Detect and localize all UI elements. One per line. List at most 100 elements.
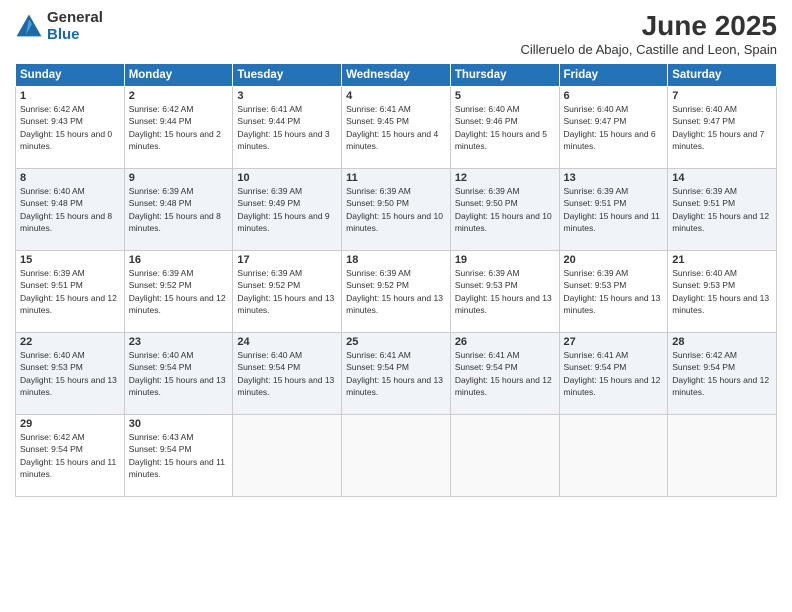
table-row: 30 Sunrise: 6:43 AM Sunset: 9:54 PM Dayl… (124, 415, 233, 497)
table-row: 5 Sunrise: 6:40 AM Sunset: 9:46 PM Dayli… (450, 87, 559, 169)
day-number: 18 (346, 254, 446, 266)
sunrise: Sunrise: 6:43 AM (129, 432, 194, 442)
day-number: 2 (129, 90, 229, 102)
sunrise: Sunrise: 6:39 AM (672, 186, 737, 196)
daylight: Daylight: 15 hours and 12 minutes. (672, 375, 769, 397)
sunset: Sunset: 9:53 PM (672, 280, 735, 290)
logo-text: General Blue (47, 10, 103, 43)
sunset: Sunset: 9:54 PM (346, 362, 409, 372)
table-row: 15 Sunrise: 6:39 AM Sunset: 9:51 PM Dayl… (16, 251, 125, 333)
day-number: 29 (20, 418, 120, 430)
sunrise: Sunrise: 6:40 AM (564, 104, 629, 114)
day-number: 23 (129, 336, 229, 348)
table-row: 20 Sunrise: 6:39 AM Sunset: 9:53 PM Dayl… (559, 251, 668, 333)
header-row: Sunday Monday Tuesday Wednesday Thursday… (16, 64, 777, 87)
sunset: Sunset: 9:52 PM (237, 280, 300, 290)
day-info: Sunrise: 6:39 AM Sunset: 9:51 PM Dayligh… (20, 267, 120, 316)
daylight: Daylight: 15 hours and 0 minutes. (20, 129, 112, 151)
sunrise: Sunrise: 6:42 AM (20, 432, 85, 442)
sunrise: Sunrise: 6:39 AM (346, 268, 411, 278)
col-tuesday: Tuesday (233, 64, 342, 87)
col-friday: Friday (559, 64, 668, 87)
logo-general-text: General (47, 10, 103, 27)
day-info: Sunrise: 6:39 AM Sunset: 9:50 PM Dayligh… (346, 185, 446, 234)
day-info: Sunrise: 6:40 AM Sunset: 9:53 PM Dayligh… (672, 267, 772, 316)
table-row: 6 Sunrise: 6:40 AM Sunset: 9:47 PM Dayli… (559, 87, 668, 169)
table-row: 13 Sunrise: 6:39 AM Sunset: 9:51 PM Dayl… (559, 169, 668, 251)
table-row: 28 Sunrise: 6:42 AM Sunset: 9:54 PM Dayl… (668, 333, 777, 415)
daylight: Daylight: 15 hours and 4 minutes. (346, 129, 438, 151)
col-wednesday: Wednesday (342, 64, 451, 87)
week-row: 8 Sunrise: 6:40 AM Sunset: 9:48 PM Dayli… (16, 169, 777, 251)
table-row (559, 415, 668, 497)
day-number: 19 (455, 254, 555, 266)
table-row: 17 Sunrise: 6:39 AM Sunset: 9:52 PM Dayl… (233, 251, 342, 333)
daylight: Daylight: 15 hours and 12 minutes. (129, 293, 226, 315)
day-number: 5 (455, 90, 555, 102)
header: General Blue June 2025 Cilleruelo de Aba… (15, 10, 777, 57)
sunset: Sunset: 9:53 PM (564, 280, 627, 290)
table-row (450, 415, 559, 497)
title-area: June 2025 Cilleruelo de Abajo, Castille … (520, 10, 777, 57)
table-row: 27 Sunrise: 6:41 AM Sunset: 9:54 PM Dayl… (559, 333, 668, 415)
sunrise: Sunrise: 6:39 AM (237, 186, 302, 196)
sunset: Sunset: 9:52 PM (129, 280, 192, 290)
table-row: 18 Sunrise: 6:39 AM Sunset: 9:52 PM Dayl… (342, 251, 451, 333)
day-info: Sunrise: 6:40 AM Sunset: 9:54 PM Dayligh… (129, 349, 229, 398)
page: General Blue June 2025 Cilleruelo de Aba… (0, 0, 792, 612)
day-number: 6 (564, 90, 664, 102)
daylight: Daylight: 15 hours and 13 minutes. (455, 293, 552, 315)
table-row: 1 Sunrise: 6:42 AM Sunset: 9:43 PM Dayli… (16, 87, 125, 169)
day-number: 4 (346, 90, 446, 102)
day-number: 9 (129, 172, 229, 184)
table-row (233, 415, 342, 497)
day-number: 14 (672, 172, 772, 184)
table-row: 25 Sunrise: 6:41 AM Sunset: 9:54 PM Dayl… (342, 333, 451, 415)
sunset: Sunset: 9:49 PM (237, 198, 300, 208)
col-monday: Monday (124, 64, 233, 87)
table-row: 8 Sunrise: 6:40 AM Sunset: 9:48 PM Dayli… (16, 169, 125, 251)
day-number: 3 (237, 90, 337, 102)
week-row: 22 Sunrise: 6:40 AM Sunset: 9:53 PM Dayl… (16, 333, 777, 415)
table-row: 23 Sunrise: 6:40 AM Sunset: 9:54 PM Dayl… (124, 333, 233, 415)
sunrise: Sunrise: 6:39 AM (129, 186, 194, 196)
table-row: 26 Sunrise: 6:41 AM Sunset: 9:54 PM Dayl… (450, 333, 559, 415)
sunset: Sunset: 9:43 PM (20, 116, 83, 126)
table-row: 21 Sunrise: 6:40 AM Sunset: 9:53 PM Dayl… (668, 251, 777, 333)
sunset: Sunset: 9:53 PM (455, 280, 518, 290)
week-row: 1 Sunrise: 6:42 AM Sunset: 9:43 PM Dayli… (16, 87, 777, 169)
sunset: Sunset: 9:54 PM (237, 362, 300, 372)
daylight: Daylight: 15 hours and 13 minutes. (346, 293, 443, 315)
day-info: Sunrise: 6:39 AM Sunset: 9:51 PM Dayligh… (564, 185, 664, 234)
day-number: 26 (455, 336, 555, 348)
day-info: Sunrise: 6:39 AM Sunset: 9:53 PM Dayligh… (564, 267, 664, 316)
sunset: Sunset: 9:46 PM (455, 116, 518, 126)
daylight: Daylight: 15 hours and 7 minutes. (672, 129, 764, 151)
sunrise: Sunrise: 6:41 AM (346, 350, 411, 360)
sunrise: Sunrise: 6:39 AM (346, 186, 411, 196)
sunrise: Sunrise: 6:40 AM (237, 350, 302, 360)
sunset: Sunset: 9:48 PM (129, 198, 192, 208)
day-info: Sunrise: 6:42 AM Sunset: 9:44 PM Dayligh… (129, 103, 229, 152)
day-info: Sunrise: 6:39 AM Sunset: 9:49 PM Dayligh… (237, 185, 337, 234)
sunrise: Sunrise: 6:42 AM (129, 104, 194, 114)
day-number: 30 (129, 418, 229, 430)
sunset: Sunset: 9:47 PM (672, 116, 735, 126)
day-info: Sunrise: 6:40 AM Sunset: 9:47 PM Dayligh… (564, 103, 664, 152)
daylight: Daylight: 15 hours and 12 minutes. (455, 375, 552, 397)
day-info: Sunrise: 6:42 AM Sunset: 9:54 PM Dayligh… (672, 349, 772, 398)
sunset: Sunset: 9:47 PM (564, 116, 627, 126)
day-info: Sunrise: 6:39 AM Sunset: 9:52 PM Dayligh… (129, 267, 229, 316)
day-info: Sunrise: 6:40 AM Sunset: 9:47 PM Dayligh… (672, 103, 772, 152)
week-row: 29 Sunrise: 6:42 AM Sunset: 9:54 PM Dayl… (16, 415, 777, 497)
daylight: Daylight: 15 hours and 8 minutes. (20, 211, 112, 233)
sunrise: Sunrise: 6:39 AM (564, 186, 629, 196)
day-number: 7 (672, 90, 772, 102)
sunrise: Sunrise: 6:40 AM (672, 268, 737, 278)
daylight: Daylight: 15 hours and 5 minutes. (455, 129, 547, 151)
daylight: Daylight: 15 hours and 12 minutes. (564, 375, 661, 397)
daylight: Daylight: 15 hours and 12 minutes. (672, 211, 769, 233)
day-info: Sunrise: 6:42 AM Sunset: 9:54 PM Dayligh… (20, 431, 120, 480)
daylight: Daylight: 15 hours and 13 minutes. (564, 293, 661, 315)
day-info: Sunrise: 6:40 AM Sunset: 9:54 PM Dayligh… (237, 349, 337, 398)
